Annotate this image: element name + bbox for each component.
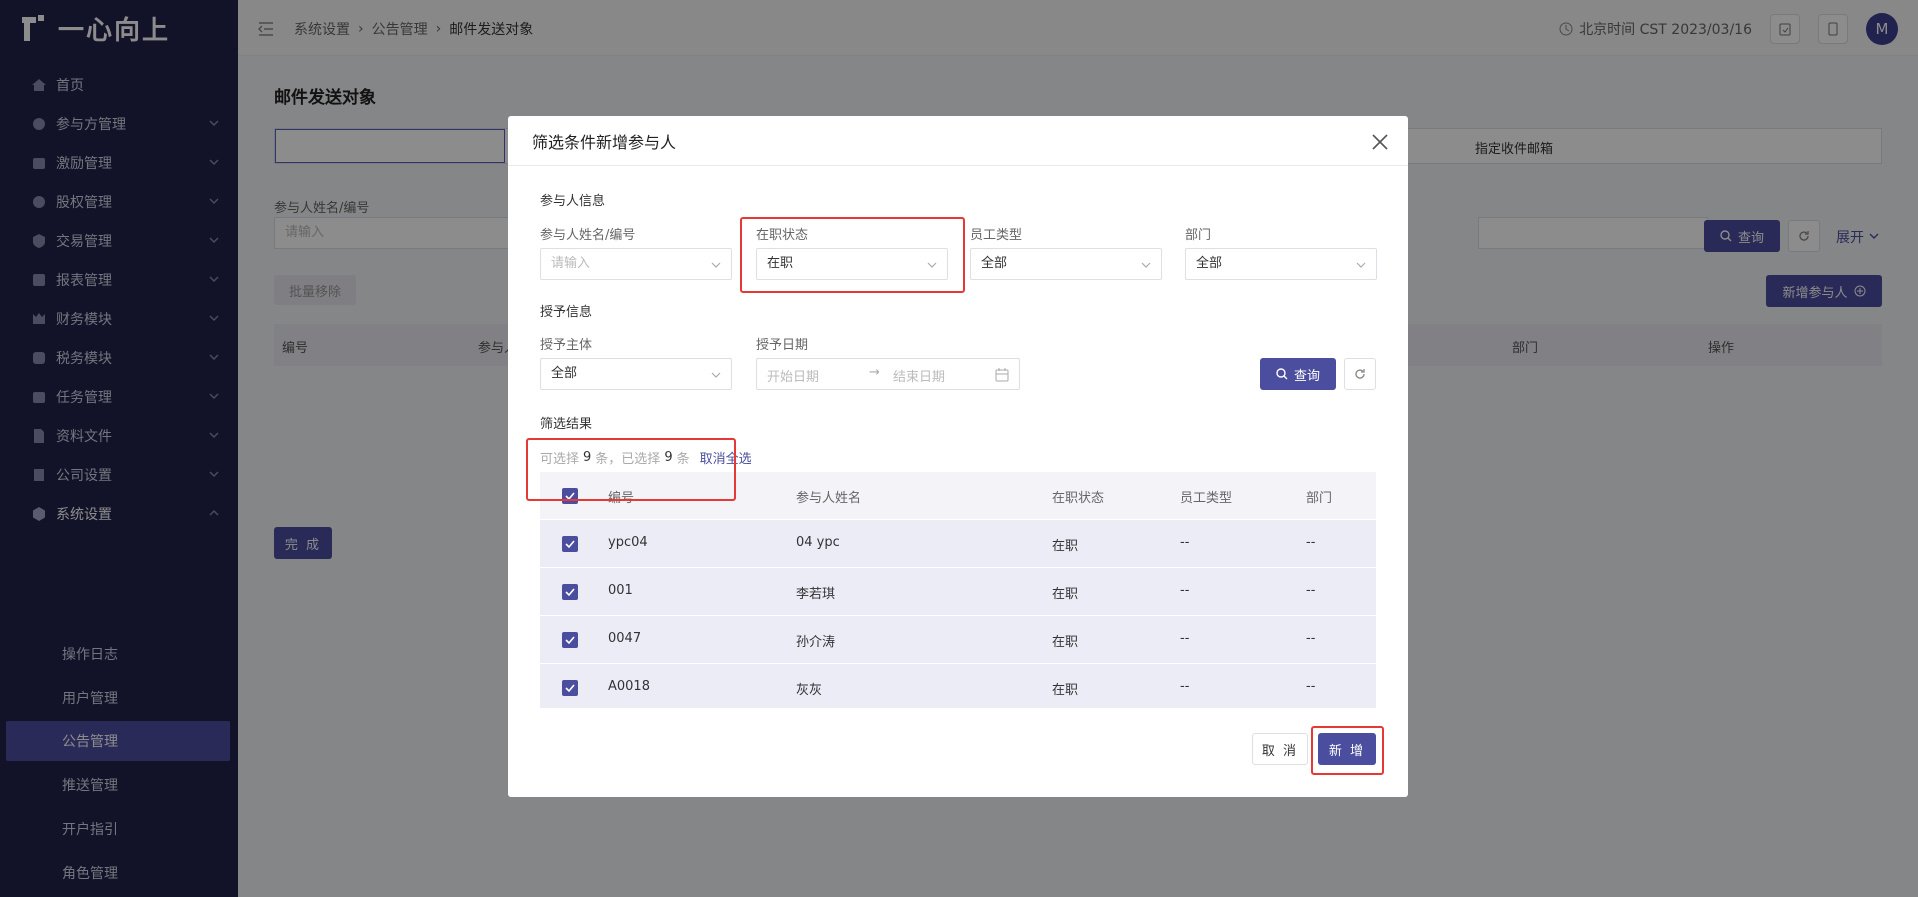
employee-type-select[interactable]: 全部 — [970, 248, 1162, 280]
end-date-placeholder: 结束日期 — [893, 370, 946, 385]
grant-subject-label: 授予主体 — [540, 338, 593, 353]
grant-subject-value: 全部 — [551, 366, 578, 381]
highlight-status-field — [740, 217, 965, 293]
cell-type: -- — [1180, 631, 1190, 646]
table-row[interactable]: A0018 灰灰 在职 -- -- — [540, 664, 1376, 708]
cell-name: 灰灰 — [796, 683, 823, 698]
table-row[interactable]: 0047 孙介涛 在职 -- -- — [540, 616, 1376, 664]
cell-department: -- — [1306, 679, 1316, 694]
cell-status: 在职 — [1052, 539, 1079, 554]
chevron-down-icon — [711, 372, 721, 378]
cancel-button[interactable]: 取 消 — [1252, 733, 1308, 765]
cell-id: A0018 — [608, 679, 650, 694]
employee-type-label: 员工类型 — [970, 228, 1023, 243]
filter-add-participant-dialog: 筛选条件新增参与人 参与人信息 参与人姓名/编号 请输入 在职状态 在职 员工类… — [508, 116, 1408, 797]
grant-date-range[interactable]: 开始日期 → 结束日期 — [756, 358, 1020, 390]
check-icon — [565, 540, 575, 549]
highlight-add-button — [1311, 726, 1384, 775]
dialog-title: 筛选条件新增参与人 — [508, 116, 1408, 166]
result-table: 编号 参与人姓名 在职状态 员工类型 部门 ypc04 04 ypc 在职 --… — [540, 472, 1376, 708]
cell-id: 001 — [608, 583, 633, 598]
grant-date-label: 授予日期 — [756, 338, 809, 353]
employee-type-value: 全部 — [981, 256, 1008, 271]
start-date-placeholder: 开始日期 — [767, 370, 820, 385]
cell-id: ypc04 — [608, 535, 648, 550]
table-row[interactable]: 001 李若琪 在职 -- -- — [540, 568, 1376, 616]
cell-name: 孙介涛 — [796, 635, 836, 650]
column-header: 参与人姓名 — [796, 491, 862, 506]
cell-name: 李若琪 — [796, 587, 836, 602]
check-icon — [565, 684, 575, 693]
row-checkbox[interactable] — [562, 536, 578, 552]
cell-type: -- — [1180, 679, 1190, 694]
department-select[interactable]: 全部 — [1185, 248, 1377, 280]
column-header: 在职状态 — [1052, 491, 1105, 506]
department-value: 全部 — [1196, 256, 1223, 271]
chevron-down-icon — [1141, 262, 1151, 268]
name-input[interactable]: 请输入 — [540, 248, 732, 280]
cell-status: 在职 — [1052, 635, 1079, 650]
cell-type: -- — [1180, 583, 1190, 598]
column-header: 员工类型 — [1180, 491, 1233, 506]
chevron-down-icon — [711, 262, 721, 268]
cell-department: -- — [1306, 583, 1316, 598]
arrow-right-icon: → — [869, 365, 880, 380]
cell-status: 在职 — [1052, 683, 1079, 698]
section-grant-info: 授予信息 — [540, 305, 593, 320]
row-checkbox[interactable] — [562, 584, 578, 600]
section-participant-info: 参与人信息 — [540, 194, 606, 209]
row-checkbox[interactable] — [562, 680, 578, 696]
query-label: 查询 — [1293, 368, 1320, 384]
name-placeholder: 请输入 — [551, 256, 591, 271]
cell-name: 04 ypc — [796, 535, 840, 550]
section-filter-result: 筛选结果 — [540, 417, 593, 432]
refresh-icon — [1355, 369, 1365, 379]
chevron-down-icon — [1356, 262, 1366, 268]
cell-department: -- — [1306, 631, 1316, 646]
grant-subject-select[interactable]: 全部 — [540, 358, 732, 390]
cell-type: -- — [1180, 535, 1190, 550]
reset-button[interactable] — [1344, 358, 1376, 390]
row-checkbox[interactable] — [562, 632, 578, 648]
department-label: 部门 — [1185, 228, 1212, 243]
cell-id: 0047 — [608, 631, 642, 646]
check-icon — [565, 636, 575, 645]
column-header: 部门 — [1306, 491, 1333, 506]
check-icon — [565, 588, 575, 597]
name-label: 参与人姓名/编号 — [540, 228, 636, 243]
table-row[interactable]: ypc04 04 ypc 在职 -- -- — [540, 520, 1376, 568]
close-icon[interactable] — [1370, 132, 1390, 152]
query-button[interactable]: 查询 — [1260, 358, 1336, 390]
highlight-selection-summary — [526, 438, 736, 501]
cell-department: -- — [1306, 535, 1316, 550]
cell-status: 在职 — [1052, 587, 1079, 602]
search-icon — [1276, 368, 1288, 380]
calendar-icon — [995, 368, 1009, 382]
